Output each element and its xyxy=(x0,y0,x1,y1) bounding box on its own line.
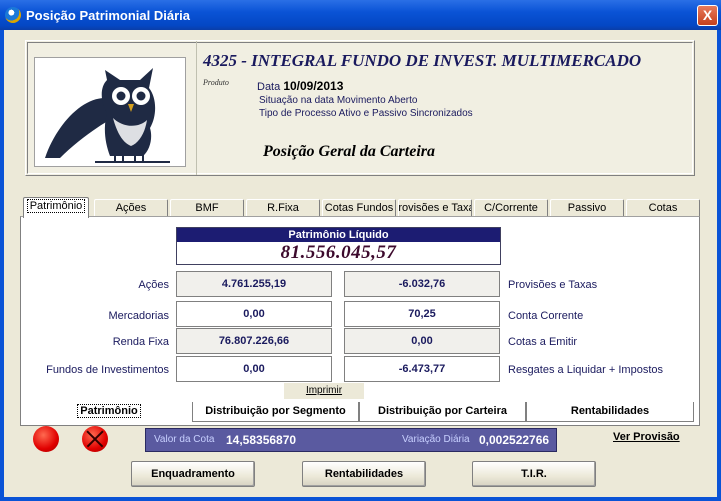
tipo-processo-text: Tipo de Processo Ativo e Passivo Sincron… xyxy=(259,108,473,119)
patrimonio-liquido-box: Patrimônio Líquido 81.556.045,57 xyxy=(176,227,501,265)
tab-cotas[interactable]: Cotas xyxy=(626,199,700,217)
top-tab-bar: Patrimônio Ações BMF R.Fixa Cotas Fundos… xyxy=(20,197,700,218)
provisoes-taxas-label: Provisões e Taxas xyxy=(508,279,598,291)
acoes-label: Ações xyxy=(138,279,169,291)
bottom-tab-bar: Patrimônio Distribuição por Segmento Dis… xyxy=(26,402,698,422)
tab-distribuicao-carteira[interactable]: Distribuição por Carteira xyxy=(359,402,526,422)
renda-fixa-label: Renda Fixa xyxy=(112,336,169,348)
mercadorias-value: 0,00 xyxy=(176,301,332,327)
owl-logo-icon xyxy=(34,57,186,167)
quota-info-bar: Valor da Cota 14,58356870 Variação Diári… xyxy=(145,428,557,452)
tab-distribuicao-segmento[interactable]: Distribuição por Segmento xyxy=(192,402,359,422)
date-line: Data 10/09/2013 xyxy=(257,79,343,93)
conta-corrente-label: Conta Corrente xyxy=(508,310,584,322)
ver-provisao-link[interactable]: Ver Provisão xyxy=(613,431,680,443)
renda-fixa-value: 76.807.226,66 xyxy=(176,328,332,354)
variacao-diaria-label: Variação Diária xyxy=(402,434,470,445)
variacao-diaria-value: 0,002522766 xyxy=(479,433,550,447)
date-label: Data xyxy=(257,81,281,93)
window-title: Posição Patrimonial Diária xyxy=(26,8,191,23)
acoes-value: 4.761.255,19 xyxy=(176,271,332,297)
patrimonio-panel: Patrimônio Líquido 81.556.045,57 Ações 4… xyxy=(20,216,700,426)
close-icon[interactable]: X xyxy=(697,5,718,26)
resgates-liquidar-value: -6.473,77 xyxy=(344,356,500,382)
tab-cotas-fundos[interactable]: Cotas Fundos xyxy=(322,199,396,217)
tab-rfixa[interactable]: R.Fixa xyxy=(246,199,320,217)
conta-corrente-value: 70,25 xyxy=(344,301,500,327)
produto-label: Produto xyxy=(203,78,229,87)
date-value: 10/09/2013 xyxy=(283,79,344,93)
cotas-emitir-value: 0,00 xyxy=(344,328,500,354)
patrimonio-liquido-title: Patrimônio Líquido xyxy=(177,228,500,242)
section-title: Posição Geral da Carteira xyxy=(263,143,435,160)
enquadramento-button[interactable]: Enquadramento xyxy=(131,461,255,487)
status-circle-icon[interactable] xyxy=(33,426,59,452)
imprimir-button[interactable]: Imprimir xyxy=(284,383,364,399)
tab-rentabilidades[interactable]: Rentabilidades xyxy=(526,402,694,422)
tab-bottom-patrimonio[interactable]: Patrimônio xyxy=(26,402,192,422)
mercadorias-label: Mercadorias xyxy=(108,310,169,322)
provisoes-taxas-value: -6.032,76 xyxy=(344,271,500,297)
resgates-liquidar-label: Resgates a Liquidar + Impostos xyxy=(508,364,664,376)
tab-acoes[interactable]: Ações xyxy=(94,199,168,217)
tab-ccorrente[interactable]: C/Corrente xyxy=(474,199,548,217)
status-circle-x-icon[interactable] xyxy=(82,426,108,452)
valor-cota-label: Valor da Cota xyxy=(154,434,215,445)
situacao-text: Situação na data Movimento Aberto xyxy=(259,95,418,106)
cotas-emitir-label: Cotas a Emitir xyxy=(508,336,578,348)
tab-bmf[interactable]: BMF xyxy=(170,199,244,217)
tir-button[interactable]: T.I.R. xyxy=(472,461,596,487)
tab-passivo[interactable]: Passivo xyxy=(550,199,624,217)
fundos-investimentos-label: Fundos de Investimentos xyxy=(46,364,169,376)
valor-cota-value: 14,58356870 xyxy=(226,433,297,447)
header-info: 4325 - INTEGRAL FUNDO DE INVEST. MULTIME… xyxy=(196,41,696,175)
app-icon xyxy=(5,7,21,23)
title-bar: Posição Patrimonial Diária X xyxy=(0,0,721,30)
fund-name: 4325 - INTEGRAL FUNDO DE INVEST. MULTIME… xyxy=(203,51,642,70)
patrimonio-liquido-value: 81.556.045,57 xyxy=(280,242,397,263)
tab-patrimonio[interactable]: Patrimônio xyxy=(23,197,89,218)
header-panel: 4325 - INTEGRAL FUNDO DE INVEST. MULTIME… xyxy=(25,40,695,176)
rentabilidades-button[interactable]: Rentabilidades xyxy=(302,461,426,487)
tab-provisoes-taxas[interactable]: Provisões e Taxas xyxy=(398,199,472,217)
fundos-investimentos-value: 0,00 xyxy=(176,356,332,382)
